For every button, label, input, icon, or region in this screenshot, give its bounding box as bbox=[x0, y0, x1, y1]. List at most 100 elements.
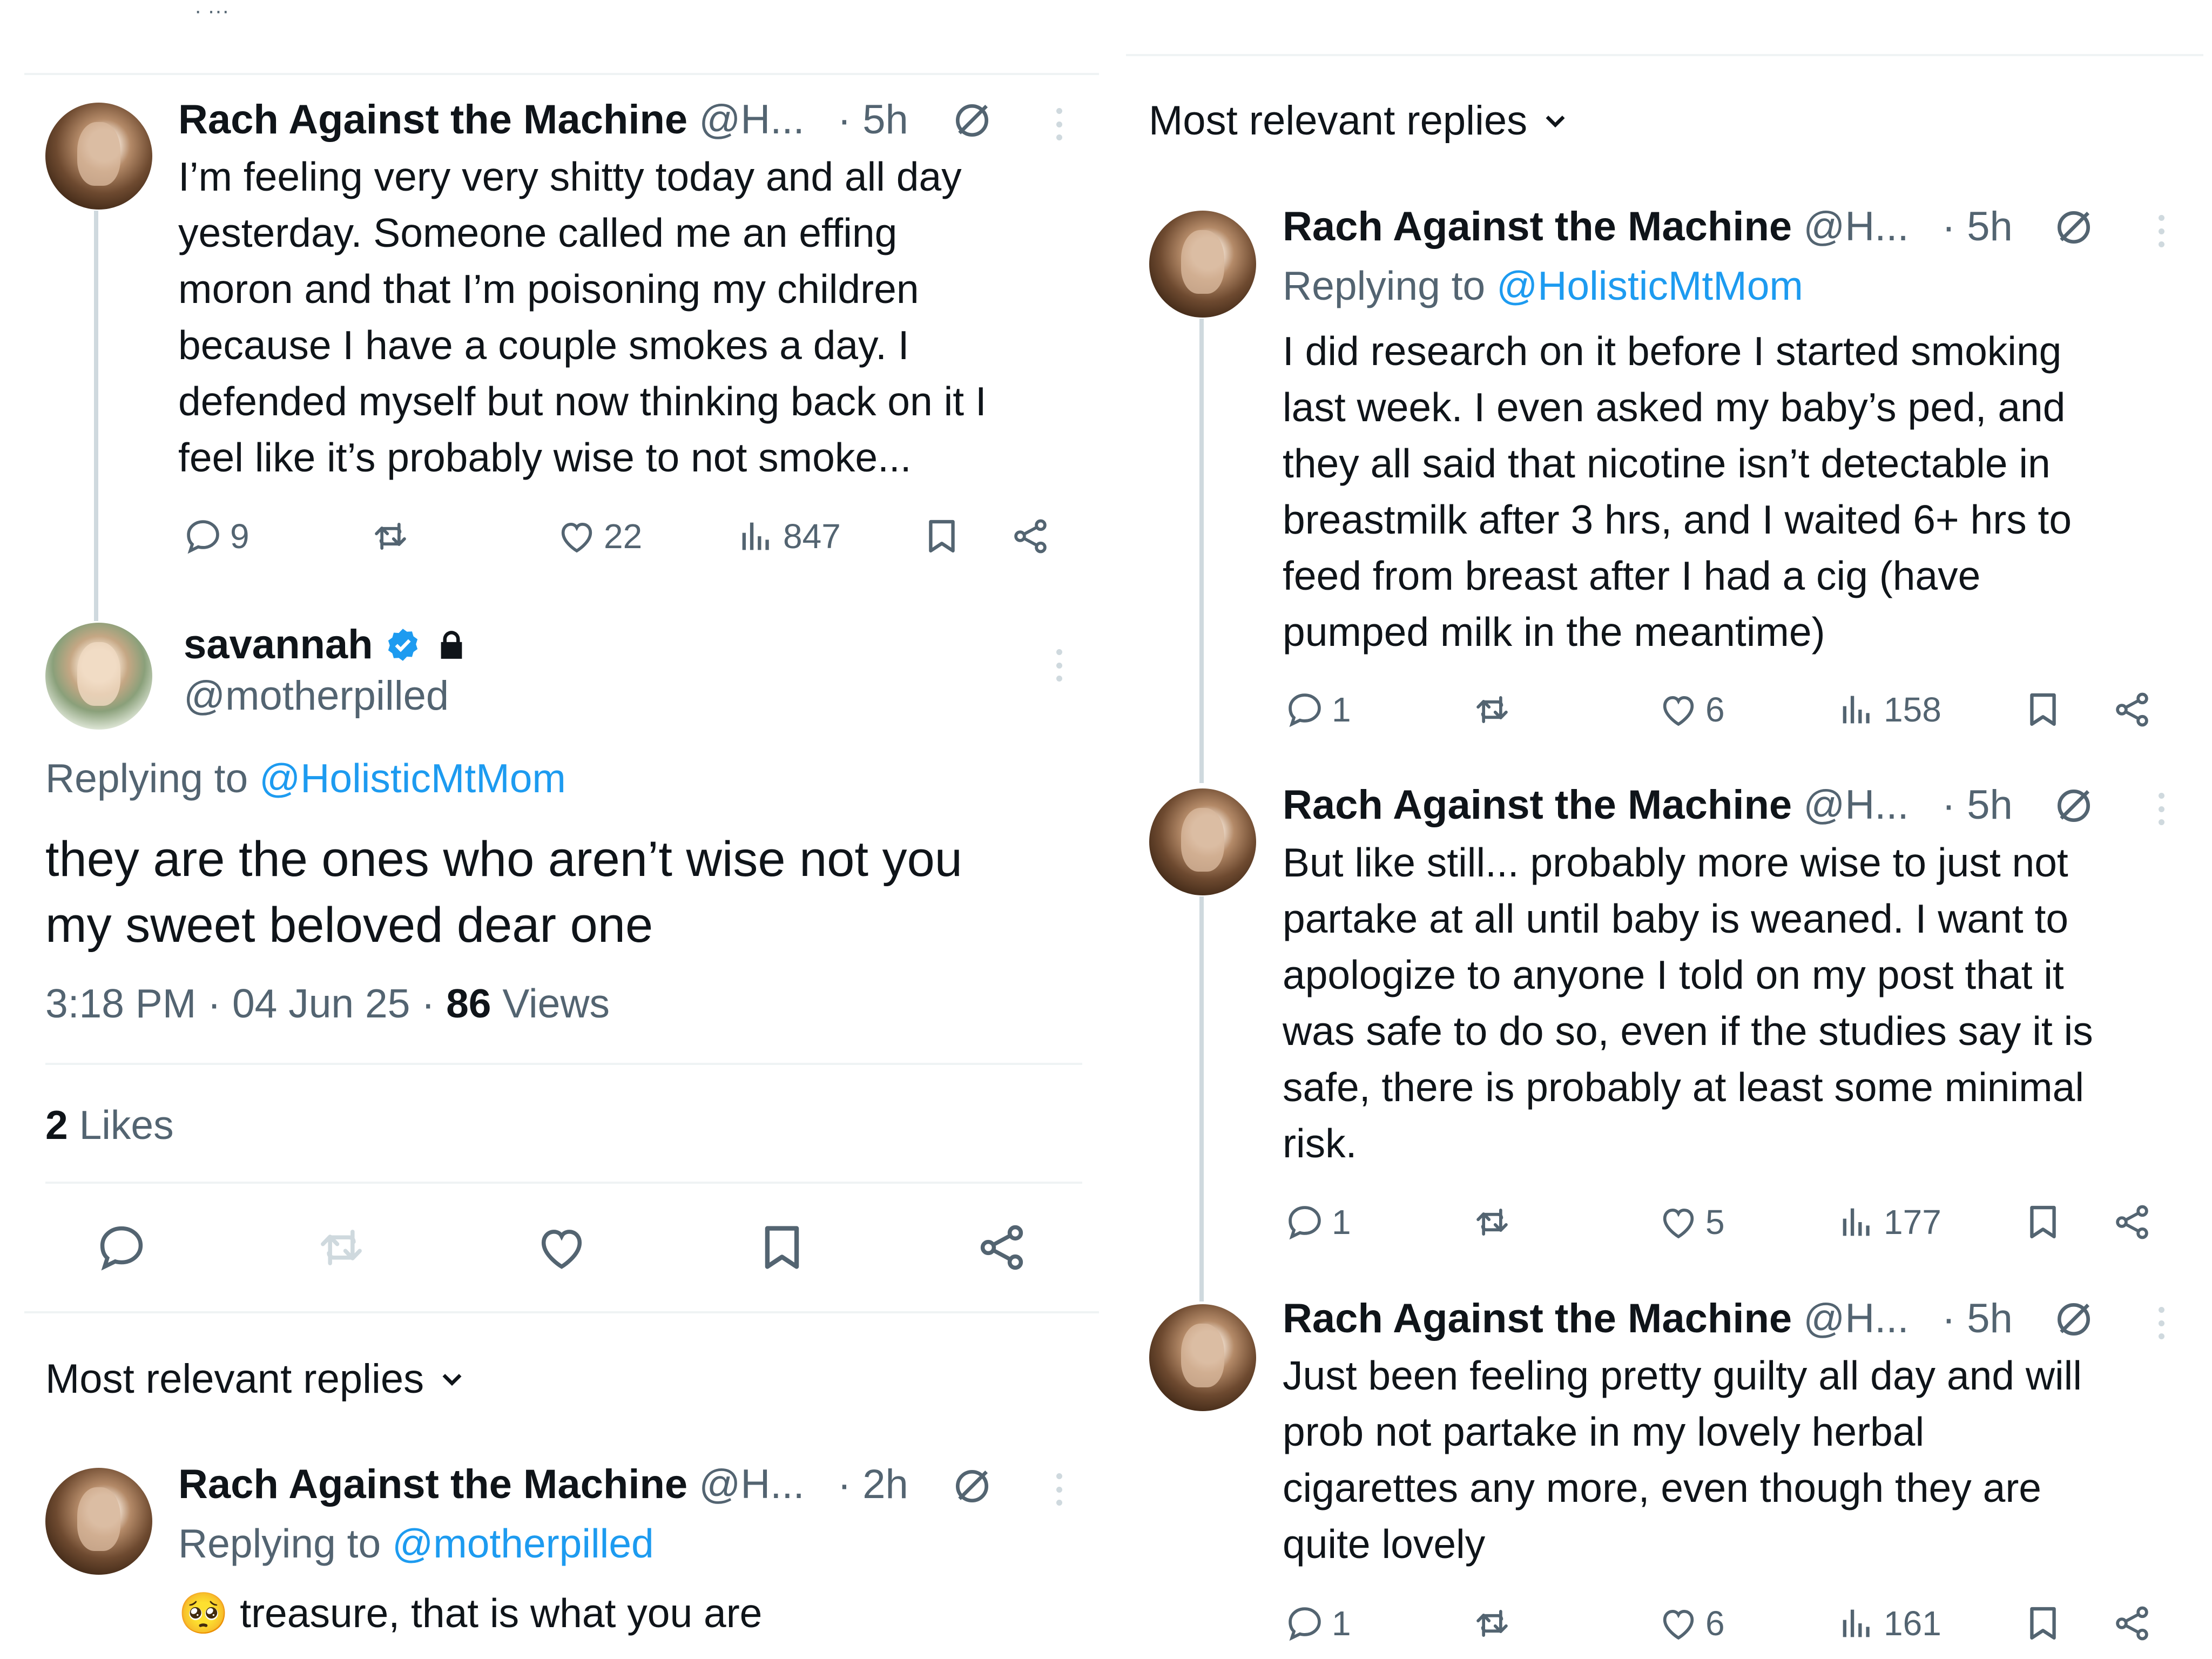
share-icon bbox=[2112, 1202, 2153, 1243]
share-button[interactable] bbox=[2112, 1603, 2153, 1644]
bookmark-button[interactable] bbox=[921, 516, 962, 557]
more-options-icon[interactable] bbox=[1056, 649, 1062, 682]
views-button[interactable]: 158 bbox=[1836, 689, 1941, 730]
bookmark-icon bbox=[2022, 1603, 2063, 1644]
text-line: cigarettes any more, even though they ar… bbox=[1283, 1465, 2042, 1510]
share-button[interactable] bbox=[2112, 1202, 2153, 1243]
views-button[interactable]: 177 bbox=[1836, 1202, 1941, 1243]
grok-icon[interactable] bbox=[2052, 784, 2095, 827]
grok-icon[interactable] bbox=[2052, 206, 2095, 249]
share-button[interactable] bbox=[975, 1220, 1029, 1274]
author-name[interactable]: Rach Against the Machine bbox=[1283, 782, 1792, 828]
author-handle[interactable]: @H... bbox=[1803, 782, 1908, 828]
text-line: because I have a couple smokes a day. I bbox=[178, 322, 909, 368]
timestamp[interactable]: · 5h bbox=[1942, 204, 2013, 249]
like-button[interactable]: 22 bbox=[556, 516, 642, 557]
views-icon bbox=[1836, 1603, 1877, 1644]
text-line: quite lovely bbox=[1283, 1521, 1486, 1567]
grok-icon[interactable] bbox=[950, 99, 994, 142]
tweet-text: 🥺 treasure, that is what you are bbox=[178, 1585, 762, 1641]
reply-button[interactable] bbox=[95, 1220, 149, 1274]
like-button[interactable]: 5 bbox=[1658, 1202, 1725, 1243]
views-button[interactable]: 161 bbox=[1836, 1603, 1941, 1644]
bookmark-button[interactable] bbox=[2022, 1202, 2063, 1243]
mention-link[interactable]: @HolisticMtMom bbox=[259, 756, 566, 801]
avatar[interactable] bbox=[1149, 788, 1256, 895]
author-name[interactable]: Rach Against the Machine bbox=[178, 97, 687, 143]
repost-button[interactable] bbox=[1472, 1603, 1513, 1644]
avatar[interactable] bbox=[45, 1468, 152, 1575]
more-options-icon[interactable] bbox=[2158, 1307, 2164, 1339]
avatar[interactable] bbox=[45, 103, 152, 210]
author-handle[interactable]: @H... bbox=[699, 97, 804, 143]
text-line: they all said that nicotine isn’t detect… bbox=[1283, 441, 2051, 486]
author-handle[interactable]: @motherpilled bbox=[184, 672, 449, 719]
heart-icon bbox=[1658, 1202, 1699, 1243]
like-button[interactable]: 6 bbox=[1658, 689, 1725, 730]
bookmark-button[interactable] bbox=[755, 1220, 809, 1274]
tweet-text: I’m feeling very very shitty today and a… bbox=[178, 149, 1096, 485]
author-handle[interactable]: @H... bbox=[699, 1461, 804, 1507]
main-tweet-text: they are the ones who aren’t wise not yo… bbox=[45, 826, 962, 958]
repost-button[interactable] bbox=[314, 1220, 368, 1274]
like-button[interactable] bbox=[535, 1220, 589, 1274]
author-handle[interactable]: @H... bbox=[1803, 1296, 1908, 1341]
replying-prefix: Replying to bbox=[45, 756, 248, 801]
grok-icon[interactable] bbox=[2052, 1298, 2095, 1341]
reply-button[interactable]: 1 bbox=[1284, 1202, 1351, 1243]
bookmark-button[interactable] bbox=[2022, 1603, 2063, 1644]
bookmark-button[interactable] bbox=[2022, 689, 2063, 730]
share-icon bbox=[2112, 1603, 2153, 1644]
mention-link[interactable]: @HolisticMtMom bbox=[1496, 263, 1803, 308]
cutoff-text: · ··· bbox=[194, 0, 230, 23]
timestamp[interactable]: · 5h bbox=[838, 97, 908, 143]
text-line: I’m feeling very very shitty today and a… bbox=[178, 154, 962, 199]
mention-link[interactable]: @motherpilled bbox=[392, 1521, 654, 1566]
timestamp[interactable]: · 5h bbox=[1942, 782, 2013, 828]
reply-button[interactable]: 1 bbox=[1284, 689, 1351, 730]
avatar[interactable] bbox=[45, 623, 152, 730]
more-options-icon[interactable] bbox=[2158, 215, 2164, 247]
author-name[interactable]: Rach Against the Machine bbox=[1283, 204, 1792, 249]
sort-dropdown[interactable]: Most relevant replies bbox=[45, 1355, 466, 1402]
share-button[interactable] bbox=[1010, 516, 1051, 557]
share-button[interactable] bbox=[2112, 689, 2153, 730]
timestamp[interactable]: · 5h bbox=[1942, 1296, 2013, 1341]
text-line: Just been feeling pretty guilty all day … bbox=[1283, 1353, 2082, 1398]
avatar[interactable] bbox=[1149, 211, 1256, 318]
tweet-header: Rach Against the Machine @H... · 5h bbox=[1283, 1295, 2013, 1342]
author-handle[interactable]: @H... bbox=[1803, 204, 1908, 249]
text-line: apologize to anyone I told on my post th… bbox=[1283, 952, 2064, 997]
like-count: 22 bbox=[604, 517, 643, 556]
author-name[interactable]: Rach Against the Machine bbox=[1283, 1296, 1792, 1341]
timestamp[interactable]: 3:18 PM · 04 Jun 25 · bbox=[45, 981, 435, 1026]
views-count: 177 bbox=[1884, 1203, 1941, 1242]
repost-icon bbox=[314, 1220, 368, 1274]
more-options-icon[interactable] bbox=[1056, 1473, 1062, 1506]
reply-button[interactable]: 1 bbox=[1284, 1603, 1351, 1644]
like-count: 6 bbox=[1705, 1604, 1725, 1643]
tweet-text: But like still... probably more wise to … bbox=[1283, 834, 2201, 1171]
replying-prefix: Replying to bbox=[178, 1521, 381, 1566]
heart-icon bbox=[535, 1220, 589, 1274]
like-button[interactable]: 6 bbox=[1658, 1603, 1725, 1644]
grok-icon[interactable] bbox=[950, 1465, 994, 1508]
sort-label: Most relevant replies bbox=[1149, 98, 1528, 144]
author-name[interactable]: Rach Against the Machine bbox=[178, 1461, 687, 1507]
repost-button[interactable] bbox=[1472, 689, 1513, 730]
reply-button[interactable]: 9 bbox=[183, 516, 249, 557]
divider bbox=[1126, 54, 2203, 56]
more-options-icon[interactable] bbox=[1056, 108, 1062, 140]
avatar[interactable] bbox=[1149, 1304, 1256, 1411]
views-icon bbox=[736, 516, 777, 557]
repost-button[interactable] bbox=[1472, 1202, 1513, 1243]
sort-dropdown[interactable]: Most relevant replies bbox=[1149, 97, 1569, 144]
tweet-header: Rach Against the Machine @H... · 2h bbox=[178, 1461, 908, 1508]
likes-summary[interactable]: 2 Likes bbox=[45, 1102, 174, 1148]
more-options-icon[interactable] bbox=[2158, 793, 2164, 825]
author-name[interactable]: savannah bbox=[184, 621, 373, 668]
views-button[interactable]: 847 bbox=[736, 516, 841, 557]
timestamp[interactable]: · 2h bbox=[838, 1461, 908, 1507]
bookmark-icon bbox=[755, 1220, 809, 1274]
repost-button[interactable] bbox=[370, 516, 411, 557]
